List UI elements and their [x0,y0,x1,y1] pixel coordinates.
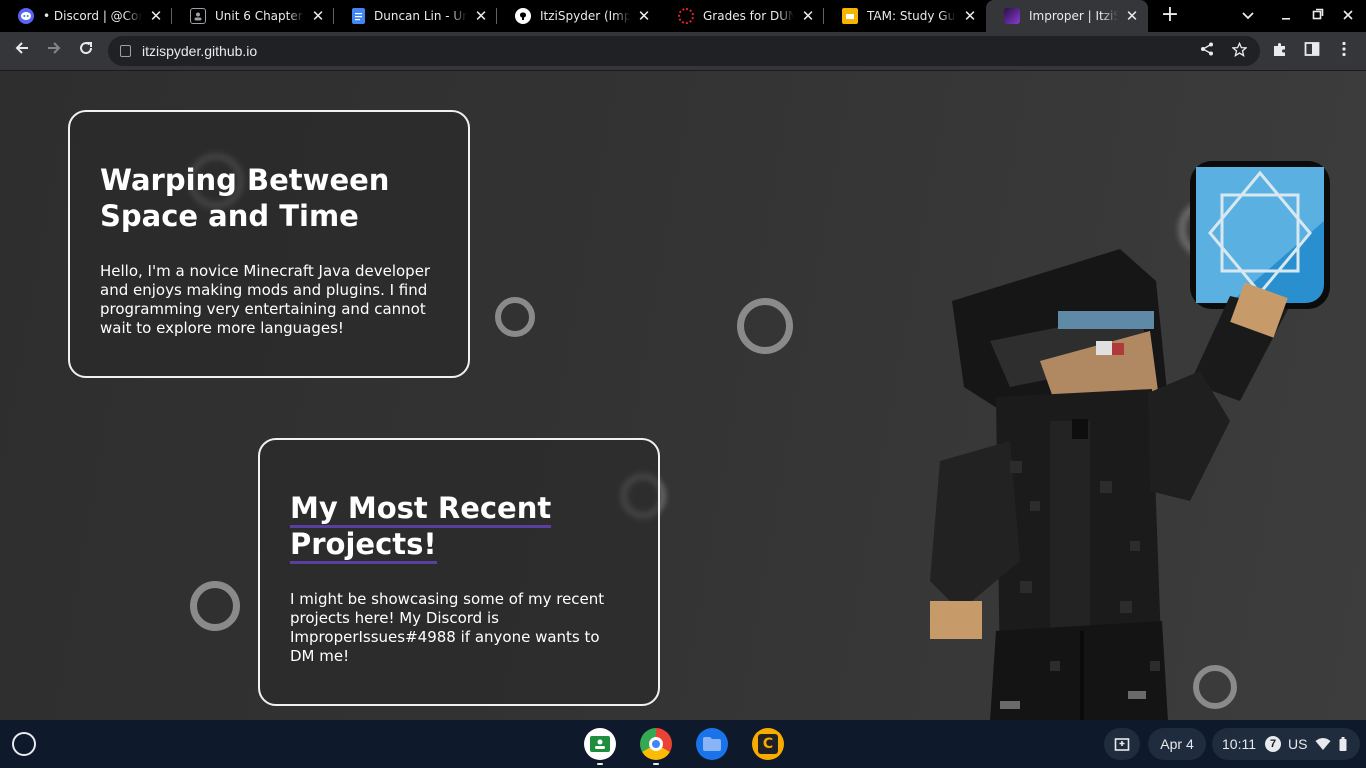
minecraft-character-image [930,161,1330,720]
decorative-ring [190,581,240,631]
tab-search-button[interactable] [1238,6,1258,26]
tab-canvas[interactable]: Grades for DUNCA ✕ [660,0,824,32]
tab-slides[interactable]: TAM: Study Guide ✕ [824,0,986,32]
reload-button[interactable] [74,39,98,63]
google-slides-icon [842,8,858,24]
github-icon [515,8,531,24]
extensions-button[interactable] [1270,41,1290,61]
holding-space-button[interactable] [1104,728,1140,760]
canvas-icon [678,8,694,24]
date-text: Apr 4 [1160,736,1194,752]
os-shelf: C Apr 4 10:11 7 US [0,720,1366,768]
share-icon [1201,42,1213,56]
three-dots-vertical-icon [1342,41,1346,57]
close-icon[interactable]: ✕ [148,8,164,24]
close-icon[interactable]: ✕ [1124,8,1140,24]
date-tray[interactable]: Apr 4 [1148,728,1206,760]
c-app-icon: C [758,734,778,754]
site-favicon-icon [1004,8,1020,24]
tab-title: • Discord | @Comm [43,9,142,23]
tab-github[interactable]: ItziSpyder (Improp ✕ [497,0,660,32]
time-text: 10:11 [1222,736,1256,752]
share-button[interactable] [1198,42,1216,60]
new-tab-button[interactable]: + [1158,4,1182,28]
browser-toolbar: itzispyder.github.io [0,32,1366,70]
close-icon [1343,10,1353,20]
minimize-button[interactable] [1276,6,1296,26]
site-info-icon[interactable] [120,45,131,57]
arrow-right-icon [48,42,61,54]
battery-icon [1339,737,1347,751]
launcher-button[interactable] [12,732,36,756]
close-icon[interactable]: ✕ [962,8,978,24]
tote-icon [1114,738,1130,751]
projects-card-title-text: My Most Recent Projects! [290,491,552,564]
chrome-app[interactable] [640,728,672,760]
side-panel-icon [1304,42,1320,56]
keyboard-layout-text: US [1288,736,1308,752]
url-text[interactable]: itzispyder.github.io [142,43,257,59]
classroom-person-icon [190,8,206,24]
intro-card-text: Hello, I'm a novice Minecraft Java devel… [100,262,431,337]
chrome-icon [649,737,663,751]
status-tray[interactable]: 10:11 7 US [1212,728,1360,760]
intro-card: Warping Between Space and Time Hello, I'… [68,110,470,378]
c-app[interactable]: C [752,728,784,760]
tab-title: TAM: Study Guide [867,9,956,23]
discord-icon [18,8,34,24]
decorative-ring [495,297,535,337]
puzzle-icon [1274,42,1285,56]
tab-title: Duncan Lin - Unit 6 [374,9,467,23]
tab-title: ItziSpyder (Improp [540,9,630,23]
reload-icon [80,42,93,55]
arrow-left-icon [15,42,28,54]
back-button[interactable] [10,39,34,63]
tab-improper[interactable]: Improper | ItziSpy ✕ [986,0,1148,32]
bookmark-star-button[interactable] [1230,41,1248,60]
minimize-icon [1282,18,1290,20]
restore-button[interactable] [1308,6,1328,26]
side-panel-button[interactable] [1302,41,1322,61]
projects-card-title: My Most Recent Projects! [290,490,628,564]
tab-title: Improper | ItziSpy [1029,9,1118,23]
star-icon [1230,41,1248,57]
google-docs-icon [352,8,365,24]
address-bar[interactable]: itzispyder.github.io [108,36,1260,66]
close-window-button[interactable] [1338,6,1358,26]
forward-button[interactable] [42,39,66,63]
close-icon[interactable]: ✕ [473,8,489,24]
menu-button[interactable] [1334,41,1354,61]
projects-card-text: I might be showcasing some of my recent … [290,590,605,665]
files-app[interactable] [696,728,728,760]
google-classroom-icon [590,736,610,752]
tab-title: Unit 6 Chapter 14 [215,9,304,23]
tab-title: Grades for DUNCA [703,9,794,23]
files-icon [703,737,721,751]
tab-discord[interactable]: • Discord | @Comm ✕ [0,0,172,32]
projects-card: My Most Recent Projects! I might be show… [258,438,660,706]
web-page: Warping Between Space and Time Hello, I'… [0,70,1366,720]
chevron-down-icon [1242,12,1254,20]
close-icon[interactable]: ✕ [310,8,326,24]
tab-classroom[interactable]: Unit 6 Chapter 14 ✕ [172,0,334,32]
tab-docs[interactable]: Duncan Lin - Unit 6 ✕ [334,0,497,32]
close-icon[interactable]: ✕ [800,8,816,24]
tab-strip: • Discord | @Comm ✕ Unit 6 Chapter 14 ✕ … [0,0,1366,32]
google-classroom-app[interactable] [584,728,616,760]
intro-card-title: Warping Between Space and Time [100,163,390,233]
restore-icon [1312,8,1324,20]
close-icon[interactable]: ✕ [636,8,652,24]
notification-count-badge: 7 [1265,736,1281,752]
running-indicator [653,763,659,765]
decorative-ring [737,298,793,354]
wifi-icon [1315,738,1331,750]
running-indicator [597,763,603,765]
